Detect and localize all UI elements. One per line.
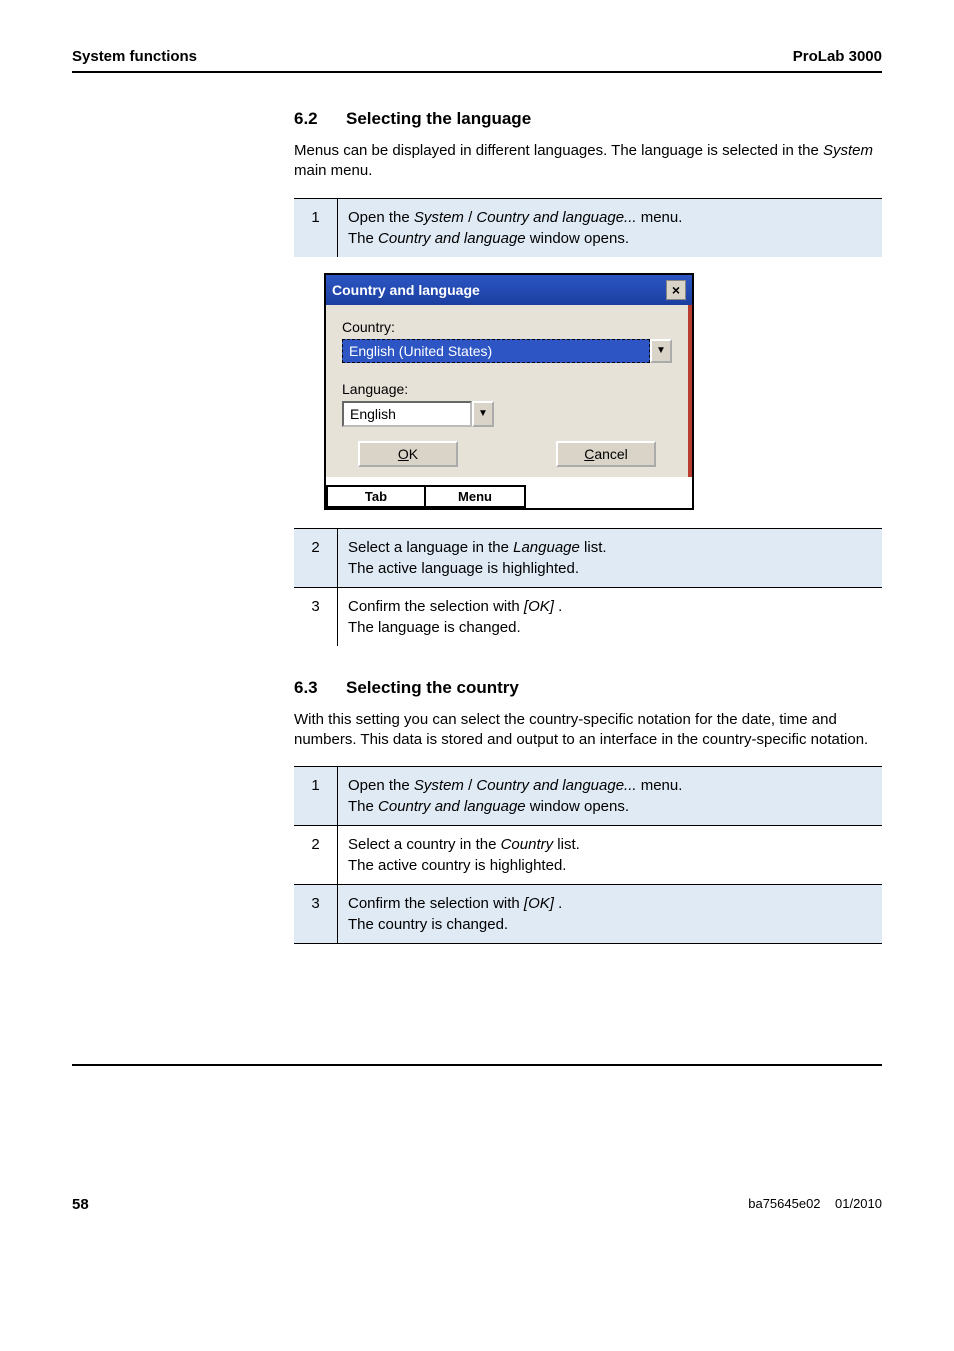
step-1: 1 Open the System / Country and language…: [294, 198, 882, 257]
header-left: System functions: [72, 48, 197, 65]
footer-rule: [72, 1064, 882, 1066]
step-text: Open the System / Country and language..…: [338, 199, 882, 257]
tab-button[interactable]: Tab: [326, 485, 426, 508]
dialog-title: Country and language: [332, 282, 480, 298]
step-2: 2 Select a language in the Language list…: [294, 528, 882, 587]
language-value: English: [342, 401, 472, 427]
country-value: English (United States): [342, 339, 650, 363]
section-6-3-intro: With this setting you can select the cou…: [294, 710, 882, 751]
menu-button[interactable]: Menu: [426, 485, 526, 508]
step-text: Select a country in the Country list. Th…: [338, 826, 882, 884]
step-num: 2: [294, 826, 338, 884]
chevron-down-icon[interactable]: ▼: [472, 401, 494, 427]
section-num: 6.2: [294, 109, 346, 129]
header-right: ProLab 3000: [793, 48, 882, 65]
chevron-down-icon[interactable]: ▼: [650, 339, 672, 363]
footer-meta: ba75645e02 01/2010: [748, 1196, 882, 1213]
header-rule: [72, 71, 882, 73]
step-2: 2 Select a country in the Country list. …: [294, 825, 882, 884]
step-num: 1: [294, 199, 338, 257]
section-6-3-heading: 6.3Selecting the country: [294, 678, 882, 698]
language-label: Language:: [342, 381, 672, 397]
step-text: Confirm the selection with [OK] . The co…: [338, 885, 882, 943]
section-title: Selecting the language: [346, 109, 531, 128]
step-3: 3 Confirm the selection with [OK] . The …: [294, 587, 882, 646]
section-title: Selecting the country: [346, 678, 519, 697]
ok-button[interactable]: OK: [358, 441, 458, 467]
step-num: 2: [294, 529, 338, 587]
dialog-titlebar: Country and language ×: [326, 275, 692, 305]
step-1: 1 Open the System / Country and language…: [294, 766, 882, 825]
step-num: 3: [294, 885, 338, 943]
country-language-dialog: Country and language × Country: English …: [324, 273, 694, 510]
language-combobox[interactable]: English ▼: [342, 401, 672, 427]
section-num: 6.3: [294, 678, 346, 698]
step-num: 3: [294, 588, 338, 646]
country-combobox[interactable]: English (United States) ▼: [342, 339, 672, 363]
cancel-button[interactable]: Cancel: [556, 441, 656, 467]
step-text: Select a language in the Language list. …: [338, 529, 882, 587]
step-3: 3 Confirm the selection with [OK] . The …: [294, 884, 882, 944]
step-num: 1: [294, 767, 338, 825]
country-label: Country:: [342, 319, 672, 335]
section-6-2-intro: Menus can be displayed in different lang…: [294, 141, 882, 182]
step-text: Confirm the selection with [OK] . The la…: [338, 588, 882, 646]
page-number: 58: [72, 1196, 89, 1213]
close-icon[interactable]: ×: [666, 280, 686, 300]
section-6-2-heading: 6.2Selecting the language: [294, 109, 882, 129]
step-text: Open the System / Country and language..…: [338, 767, 882, 825]
